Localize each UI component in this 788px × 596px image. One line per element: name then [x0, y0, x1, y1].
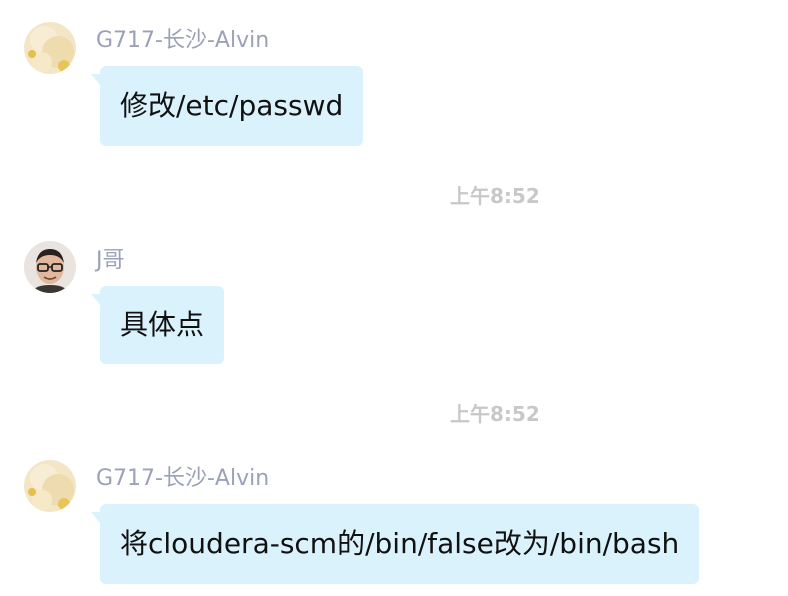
message-bubble[interactable]: 修改/etc/passwd [90, 66, 364, 146]
sender-name: G717-长沙-Alvin [96, 28, 270, 53]
avatar-alvin[interactable] [24, 22, 76, 74]
sender-name: G717-长沙-Alvin [96, 466, 270, 491]
avatar-j[interactable] [24, 241, 76, 293]
timestamp: 上午8:52 [450, 184, 540, 208]
avatar-alvin[interactable] [24, 460, 76, 512]
timestamp: 上午8:52 [450, 402, 540, 426]
avatar-flower-icon [24, 460, 76, 512]
message-bubble[interactable]: 将cloudera-scm的/bin/false改为/bin/bash [90, 504, 700, 584]
sender-name: J哥 [96, 248, 125, 273]
message-bubble[interactable]: 具体点 [90, 286, 225, 364]
avatar-flower-icon [24, 22, 76, 74]
avatar-person-icon [24, 241, 76, 293]
